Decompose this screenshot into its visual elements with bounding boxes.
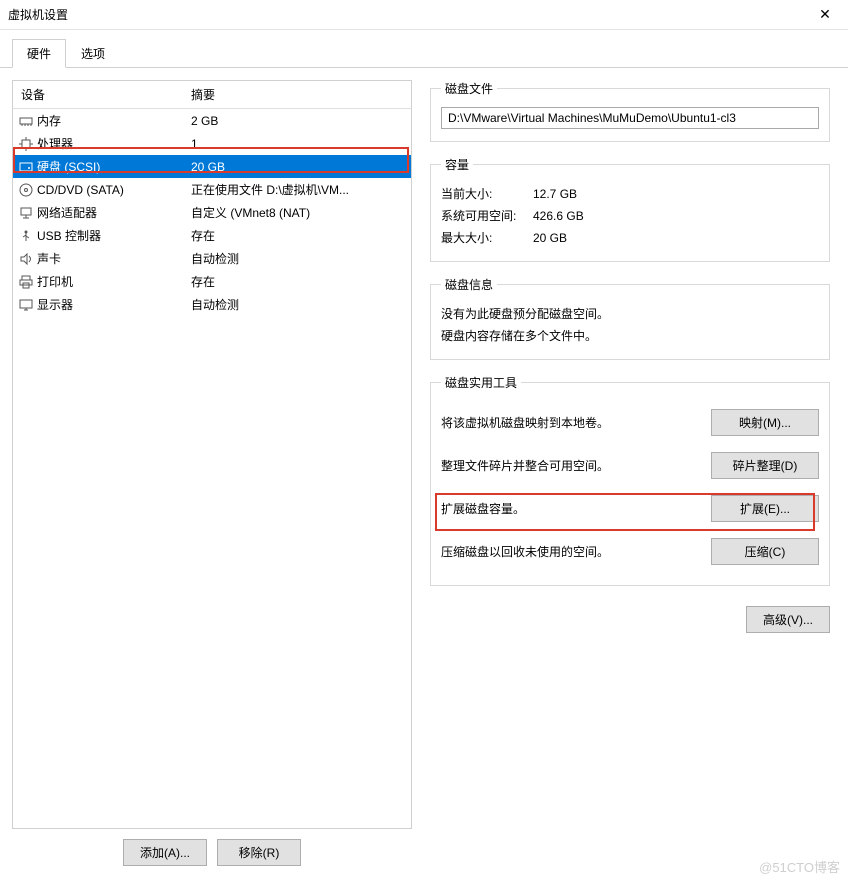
- left-actions: 添加(A)... 移除(R): [12, 829, 412, 872]
- disk-info-line1: 没有为此硬盘预分配磁盘空间。: [441, 303, 819, 325]
- util-map-row: 将该虚拟机磁盘映射到本地卷。 映射(M)...: [441, 401, 819, 444]
- list-item[interactable]: 打印机 存在: [13, 270, 411, 293]
- device-name: USB 控制器: [35, 227, 183, 244]
- device-summary: 自动检测: [183, 296, 407, 313]
- expand-button[interactable]: 扩展(E)...: [711, 495, 819, 522]
- device-name: 打印机: [35, 273, 183, 290]
- window-title: 虚拟机设置: [8, 6, 810, 23]
- dialog-body: 设备 摘要 内存 2 GB 处理器 1 硬盘 (SCSI) 20 GB CD/D…: [0, 68, 848, 884]
- device-summary: 自定义 (VMnet8 (NAT): [183, 204, 407, 221]
- add-button[interactable]: 添加(A)...: [123, 839, 207, 866]
- list-item[interactable]: 内存 2 GB: [13, 109, 411, 132]
- close-icon[interactable]: ✕: [810, 6, 840, 23]
- device-summary: 1: [183, 137, 407, 151]
- defrag-button[interactable]: 碎片整理(D): [711, 452, 819, 479]
- compact-button[interactable]: 压缩(C): [711, 538, 819, 565]
- sound-icon: [17, 252, 35, 266]
- device-summary: 正在使用文件 D:\虚拟机\VM...: [183, 181, 407, 198]
- tabs: 硬件 选项: [0, 30, 848, 68]
- tab-options[interactable]: 选项: [66, 39, 120, 68]
- display-icon: [17, 298, 35, 312]
- device-name: 硬盘 (SCSI): [35, 158, 183, 175]
- capacity-group: 容量 当前大小:12.7 GB 系统可用空间:426.6 GB 最大大小:20 …: [430, 156, 830, 262]
- list-item[interactable]: 显示器 自动检测: [13, 293, 411, 316]
- list-item[interactable]: 处理器 1: [13, 132, 411, 155]
- device-name: 网络适配器: [35, 204, 183, 221]
- network-icon: [17, 206, 35, 220]
- device-name: 内存: [35, 112, 183, 129]
- util-expand-row: 扩展磁盘容量。 扩展(E)...: [441, 487, 819, 530]
- device-name: 处理器: [35, 135, 183, 152]
- capacity-legend: 容量: [441, 156, 473, 173]
- utilities-legend: 磁盘实用工具: [441, 374, 521, 391]
- right-pane: 磁盘文件 D:\VMware\Virtual Machines\MuMuDemo…: [424, 80, 836, 872]
- device-list: 设备 摘要 内存 2 GB 处理器 1 硬盘 (SCSI) 20 GB CD/D…: [12, 80, 412, 829]
- capacity-max: 最大大小:20 GB: [441, 227, 819, 249]
- advanced-button[interactable]: 高级(V)...: [746, 606, 830, 633]
- remove-button[interactable]: 移除(R): [217, 839, 301, 866]
- cpu-icon: [17, 137, 35, 151]
- list-item[interactable]: 网络适配器 自定义 (VMnet8 (NAT): [13, 201, 411, 224]
- device-name: 声卡: [35, 250, 183, 267]
- tab-hardware[interactable]: 硬件: [12, 39, 66, 68]
- disk-info-legend: 磁盘信息: [441, 276, 497, 293]
- disk-icon: [17, 160, 35, 174]
- titlebar: 虚拟机设置 ✕: [0, 0, 848, 30]
- usb-icon: [17, 229, 35, 243]
- disk-info-line2: 硬盘内容存储在多个文件中。: [441, 325, 819, 347]
- disk-file-path[interactable]: D:\VMware\Virtual Machines\MuMuDemo\Ubun…: [441, 107, 819, 129]
- left-pane: 设备 摘要 内存 2 GB 处理器 1 硬盘 (SCSI) 20 GB CD/D…: [12, 80, 412, 872]
- disk-file-group: 磁盘文件 D:\VMware\Virtual Machines\MuMuDemo…: [430, 80, 830, 142]
- list-item[interactable]: USB 控制器 存在: [13, 224, 411, 247]
- memory-icon: [17, 114, 35, 128]
- list-item[interactable]: 声卡 自动检测: [13, 247, 411, 270]
- device-summary: 2 GB: [183, 114, 407, 128]
- capacity-free: 系统可用空间:426.6 GB: [441, 205, 819, 227]
- util-defrag-row: 整理文件碎片并整合可用空间。 碎片整理(D): [441, 444, 819, 487]
- printer-icon: [17, 275, 35, 289]
- cd-icon: [17, 183, 35, 197]
- map-button[interactable]: 映射(M)...: [711, 409, 819, 436]
- utilities-group: 磁盘实用工具 将该虚拟机磁盘映射到本地卷。 映射(M)... 整理文件碎片并整合…: [430, 374, 830, 586]
- device-summary: 自动检测: [183, 250, 407, 267]
- device-summary: 存在: [183, 273, 407, 290]
- advanced-row: 高级(V)...: [430, 600, 830, 633]
- util-map-desc: 将该虚拟机磁盘映射到本地卷。: [441, 414, 701, 431]
- capacity-current: 当前大小:12.7 GB: [441, 183, 819, 205]
- device-name: 显示器: [35, 296, 183, 313]
- device-summary: 20 GB: [183, 160, 407, 174]
- device-list-header: 设备 摘要: [13, 81, 411, 109]
- header-device: 设备: [13, 81, 183, 108]
- util-compact-desc: 压缩磁盘以回收未使用的空间。: [441, 543, 701, 560]
- util-defrag-desc: 整理文件碎片并整合可用空间。: [441, 457, 701, 474]
- list-item[interactable]: CD/DVD (SATA) 正在使用文件 D:\虚拟机\VM...: [13, 178, 411, 201]
- device-summary: 存在: [183, 227, 407, 244]
- device-name: CD/DVD (SATA): [35, 183, 183, 197]
- util-compact-row: 压缩磁盘以回收未使用的空间。 压缩(C): [441, 530, 819, 573]
- header-summary: 摘要: [183, 81, 411, 108]
- list-item[interactable]: 硬盘 (SCSI) 20 GB: [13, 155, 411, 178]
- disk-file-legend: 磁盘文件: [441, 80, 497, 97]
- disk-info-group: 磁盘信息 没有为此硬盘预分配磁盘空间。 硬盘内容存储在多个文件中。: [430, 276, 830, 360]
- util-expand-desc: 扩展磁盘容量。: [441, 500, 701, 517]
